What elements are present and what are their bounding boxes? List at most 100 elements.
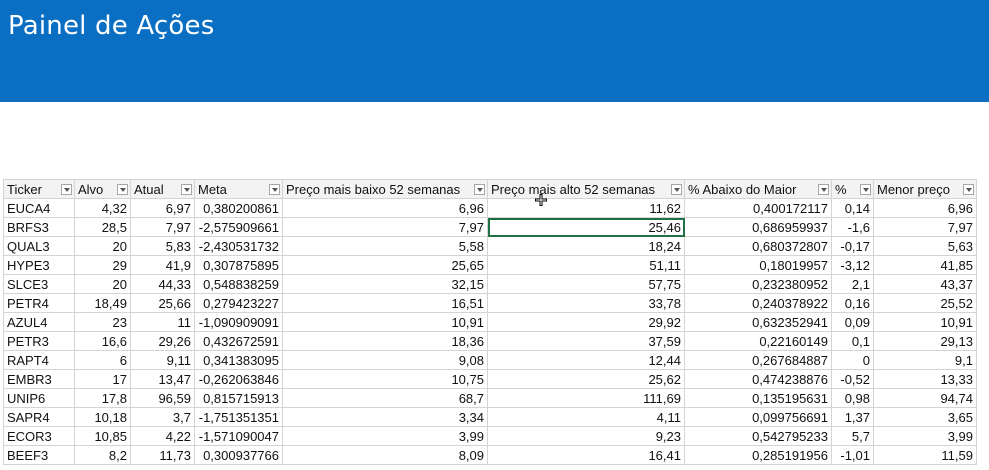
- table-cell[interactable]: 111,69: [487, 388, 685, 408]
- table-cell[interactable]: 25,62: [487, 369, 685, 389]
- table-cell[interactable]: -2,575909661: [194, 217, 283, 237]
- table-cell[interactable]: 20: [74, 274, 131, 294]
- table-cell[interactable]: RAPT4: [3, 350, 75, 370]
- table-cell[interactable]: 6: [74, 350, 131, 370]
- table-cell[interactable]: 51,11: [487, 255, 685, 275]
- filter-dropdown-icon[interactable]: [269, 184, 280, 195]
- table-cell[interactable]: 8,09: [282, 445, 488, 465]
- table-cell[interactable]: 7,97: [130, 217, 195, 237]
- table-cell[interactable]: 0,279423227: [194, 293, 283, 313]
- table-cell[interactable]: 16,41: [487, 445, 685, 465]
- table-cell[interactable]: 0,14: [831, 198, 874, 218]
- table-cell[interactable]: 10,91: [873, 312, 977, 332]
- table-cell[interactable]: -1,571090047: [194, 426, 283, 446]
- filter-dropdown-icon[interactable]: [474, 184, 485, 195]
- table-cell[interactable]: SLCE3: [3, 274, 75, 294]
- table-cell[interactable]: 11,73: [130, 445, 195, 465]
- table-cell[interactable]: 0,18019957: [684, 255, 832, 275]
- table-cell[interactable]: 0,380200861: [194, 198, 283, 218]
- table-cell[interactable]: 29,13: [873, 331, 977, 351]
- table-cell[interactable]: 0,680372807: [684, 236, 832, 256]
- table-cell[interactable]: SAPR4: [3, 407, 75, 427]
- table-cell[interactable]: 5,83: [130, 236, 195, 256]
- filter-dropdown-icon[interactable]: [181, 184, 192, 195]
- table-cell[interactable]: BEEF3: [3, 445, 75, 465]
- table-cell[interactable]: 0,285191956: [684, 445, 832, 465]
- table-cell[interactable]: 13,33: [873, 369, 977, 389]
- table-cell[interactable]: 94,74: [873, 388, 977, 408]
- table-cell[interactable]: -2,430531732: [194, 236, 283, 256]
- table-cell[interactable]: 0,099756691: [684, 407, 832, 427]
- table-cell[interactable]: EMBR3: [3, 369, 75, 389]
- table-cell[interactable]: 29,26: [130, 331, 195, 351]
- table-cell[interactable]: -1,6: [831, 217, 874, 237]
- table-cell[interactable]: -0,262063846: [194, 369, 283, 389]
- table-cell[interactable]: 6,97: [130, 198, 195, 218]
- table-cell[interactable]: 43,37: [873, 274, 977, 294]
- table-cell[interactable]: 0,542795233: [684, 426, 832, 446]
- table-cell[interactable]: PETR3: [3, 331, 75, 351]
- column-header[interactable]: Atual: [130, 179, 195, 199]
- table-cell[interactable]: 1,37: [831, 407, 874, 427]
- table-cell[interactable]: 25,52: [873, 293, 977, 313]
- table-cell[interactable]: BRFS3: [3, 217, 75, 237]
- table-cell[interactable]: 11: [130, 312, 195, 332]
- table-cell[interactable]: 0,341383095: [194, 350, 283, 370]
- table-cell[interactable]: 0,135195631: [684, 388, 832, 408]
- table-cell[interactable]: 10,75: [282, 369, 488, 389]
- table-cell[interactable]: 0,22160149: [684, 331, 832, 351]
- table-cell[interactable]: 18,24: [487, 236, 685, 256]
- table-cell[interactable]: 23: [74, 312, 131, 332]
- table-cell[interactable]: 0,686959937: [684, 217, 832, 237]
- table-cell[interactable]: EUCA4: [3, 198, 75, 218]
- table-cell[interactable]: 41,9: [130, 255, 195, 275]
- table-cell[interactable]: 11,62: [487, 198, 685, 218]
- table-cell[interactable]: 0,307875895: [194, 255, 283, 275]
- table-cell[interactable]: 57,75: [487, 274, 685, 294]
- table-cell[interactable]: PETR4: [3, 293, 75, 313]
- column-header[interactable]: % Abaixo do Maior: [684, 179, 832, 199]
- table-cell[interactable]: 4,22: [130, 426, 195, 446]
- table-cell[interactable]: 16,51: [282, 293, 488, 313]
- table-cell[interactable]: 9,11: [130, 350, 195, 370]
- table-cell[interactable]: 0: [831, 350, 874, 370]
- filter-dropdown-icon[interactable]: [61, 184, 72, 195]
- table-cell[interactable]: 33,78: [487, 293, 685, 313]
- table-cell[interactable]: 6,96: [873, 198, 977, 218]
- table-cell[interactable]: 32,15: [282, 274, 488, 294]
- table-cell[interactable]: 0,400172117: [684, 198, 832, 218]
- table-cell[interactable]: -3,12: [831, 255, 874, 275]
- table-cell[interactable]: 0,98: [831, 388, 874, 408]
- table-cell[interactable]: 96,59: [130, 388, 195, 408]
- table-cell[interactable]: 0,1: [831, 331, 874, 351]
- table-cell[interactable]: 0,300937766: [194, 445, 283, 465]
- table-cell[interactable]: 4,11: [487, 407, 685, 427]
- table-cell[interactable]: 41,85: [873, 255, 977, 275]
- table-cell[interactable]: AZUL4: [3, 312, 75, 332]
- table-cell[interactable]: 12,44: [487, 350, 685, 370]
- table-cell[interactable]: 29: [74, 255, 131, 275]
- table-cell[interactable]: QUAL3: [3, 236, 75, 256]
- table-cell[interactable]: 9,1: [873, 350, 977, 370]
- table-cell[interactable]: 2,1: [831, 274, 874, 294]
- column-header[interactable]: Meta: [194, 179, 283, 199]
- table-cell[interactable]: 44,33: [130, 274, 195, 294]
- table-cell[interactable]: 0,632352941: [684, 312, 832, 332]
- column-header[interactable]: %: [831, 179, 874, 199]
- table-cell[interactable]: 17: [74, 369, 131, 389]
- table-cell[interactable]: 11,59: [873, 445, 977, 465]
- table-cell[interactable]: 25,66: [130, 293, 195, 313]
- table-cell[interactable]: 10,18: [74, 407, 131, 427]
- table-cell[interactable]: 10,91: [282, 312, 488, 332]
- column-header[interactable]: Preço mais baixo 52 semanas: [282, 179, 488, 199]
- table-cell[interactable]: ECOR3: [3, 426, 75, 446]
- table-cell[interactable]: 10,85: [74, 426, 131, 446]
- column-header[interactable]: Ticker: [3, 179, 75, 199]
- table-cell[interactable]: 0,16: [831, 293, 874, 313]
- filter-dropdown-icon[interactable]: [963, 184, 974, 195]
- filter-dropdown-icon[interactable]: [671, 184, 682, 195]
- table-cell[interactable]: 25,46: [487, 217, 685, 237]
- column-header[interactable]: Alvo: [74, 179, 131, 199]
- table-cell[interactable]: 13,47: [130, 369, 195, 389]
- table-cell[interactable]: -0,17: [831, 236, 874, 256]
